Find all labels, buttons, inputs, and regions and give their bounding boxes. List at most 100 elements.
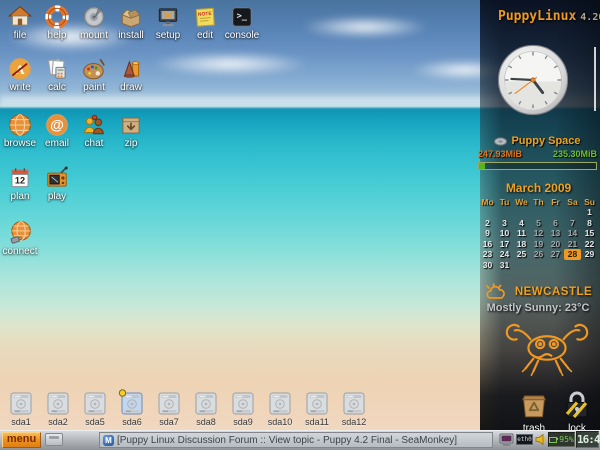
taskbar-drive-icon[interactable] — [45, 433, 63, 446]
disk-drive-icon — [44, 391, 72, 417]
weather-conditions: Mostly Sunny: 23°C — [478, 302, 598, 314]
calendar-day: 4 — [513, 218, 530, 229]
battery-percent: 95% — [559, 435, 573, 444]
drive-label: sda9 — [226, 417, 260, 427]
calendar-day-header: Fr — [547, 197, 564, 207]
launcher-label: write — [2, 82, 38, 93]
launcher-plan[interactable]: 12 plan — [2, 165, 38, 202]
launcher-browse[interactable]: browse — [2, 112, 38, 149]
calendar-empty — [479, 207, 496, 218]
drive-sda2[interactable]: sda2 — [41, 391, 75, 427]
drive-sda9[interactable]: sda9 — [226, 391, 260, 427]
weather-city: NEWCASTLE — [515, 286, 592, 298]
launcher-setup[interactable]: setup — [150, 4, 186, 41]
disk-drive-icon — [118, 391, 146, 417]
calendar-day: 5 — [530, 218, 547, 229]
harddisk-icon — [81, 4, 107, 30]
disk-drive-icon — [266, 391, 294, 417]
calendar-day: 11 — [513, 228, 530, 239]
calendar-day: 27 — [547, 249, 564, 260]
sun-cloud-icon — [484, 283, 511, 300]
launcher-email[interactable]: @ email — [39, 112, 75, 149]
calendar-day: 2 — [479, 218, 496, 229]
disk-drive-icon — [229, 391, 257, 417]
media-player-icon — [44, 165, 70, 191]
desktop: file help mount install — [0, 0, 600, 450]
launcher-label: help — [39, 30, 75, 41]
calendar-day: 7 — [564, 218, 581, 229]
launcher-label: chat — [76, 138, 112, 149]
svg-text:NOTE: NOTE — [198, 11, 213, 18]
launcher-label: browse — [2, 138, 38, 149]
disk-drive-icon — [7, 391, 35, 417]
tray-clock[interactable]: 16:45 — [576, 431, 599, 448]
disk-drive-icon — [340, 391, 368, 417]
launcher-install[interactable]: install — [113, 4, 149, 41]
globe-plug-icon — [7, 220, 33, 246]
drive-sda7[interactable]: sda7 — [152, 391, 186, 427]
calendar-day-header: Su — [581, 197, 598, 207]
calendar-empty — [564, 260, 581, 271]
launcher-mount[interactable]: mount — [76, 4, 112, 41]
drive-sda11[interactable]: sda11 — [300, 391, 334, 427]
drive-sda10[interactable]: sda10 — [263, 391, 297, 427]
archive-box-icon — [118, 112, 144, 138]
space-free: 235.30MiB — [553, 149, 597, 159]
calendar-day: 21 — [564, 239, 581, 250]
drive-sda1[interactable]: sda1 — [4, 391, 38, 427]
taskbar-window-button[interactable]: M [Puppy Linux Discussion Forum :: View … — [99, 432, 493, 448]
launcher-edit[interactable]: NOTE edit — [187, 4, 223, 41]
battery-applet[interactable]: 95% — [548, 432, 575, 447]
calendar-empty — [496, 207, 513, 218]
launcher-file[interactable]: file — [2, 4, 38, 41]
calendar-day: 14 — [564, 228, 581, 239]
calendar-day: 15 — [581, 228, 598, 239]
weather-widget: NEWCASTLE Mostly Sunny: 23°C — [478, 283, 598, 314]
sticky-note-icon: NOTE — [192, 4, 218, 30]
calendar-day: 19 — [530, 239, 547, 250]
menu-button[interactable]: menu — [2, 432, 41, 448]
abiword-icon: A — [7, 56, 33, 82]
launcher-write[interactable]: A write — [2, 56, 38, 93]
disk-drive-icon — [303, 391, 331, 417]
calendar-day-header: We — [513, 197, 530, 207]
calendar-day: 26 — [530, 249, 547, 260]
drive-label: sda5 — [78, 417, 112, 427]
launcher-chat[interactable]: chat — [76, 112, 112, 149]
launcher-calc[interactable]: calc — [39, 56, 75, 93]
launcher-zip[interactable]: zip — [113, 112, 149, 149]
calendar-day-header: Mo — [479, 197, 496, 207]
launcher-label: calc — [39, 82, 75, 93]
globe-icon — [7, 112, 33, 138]
volume-speaker-icon[interactable] — [535, 433, 547, 446]
calendar-day: 29 — [581, 249, 598, 260]
launcher-connect[interactable]: connect — [2, 220, 38, 257]
launcher-play[interactable]: play — [39, 165, 75, 202]
trash[interactable]: trash — [514, 391, 554, 434]
calendar-day: 24 — [496, 249, 513, 260]
launcher-draw[interactable]: draw — [113, 56, 149, 93]
house-icon — [7, 4, 33, 30]
launcher-label: setup — [150, 30, 186, 41]
drive-sda8[interactable]: sda8 — [189, 391, 223, 427]
calendar-day: 13 — [547, 228, 564, 239]
calendar-empty — [513, 260, 530, 271]
launcher-console[interactable]: >_ console — [224, 4, 260, 41]
calendar-day: 30 — [479, 260, 496, 271]
lock[interactable]: lock — [557, 390, 597, 434]
calendar-empty — [530, 260, 547, 271]
launcher-label: plan — [2, 191, 38, 202]
launcher-help[interactable]: help — [39, 4, 75, 41]
drive-sda6[interactable]: sda6 — [115, 391, 149, 427]
calendar-day: 8 — [581, 218, 598, 229]
network-status-pill[interactable]: eth0 — [516, 434, 533, 445]
drive-sda5[interactable]: sda5 — [78, 391, 112, 427]
launcher-paint[interactable]: paint — [76, 56, 112, 93]
calendar-empty — [547, 207, 564, 218]
space-progressbar — [478, 162, 597, 170]
calendar-day: 18 — [513, 239, 530, 250]
drive-sda12[interactable]: sda12 — [337, 391, 371, 427]
network-monitor-icon[interactable] — [499, 433, 514, 446]
calendar-day: 6 — [547, 218, 564, 229]
calendar-day-header: Th — [530, 197, 547, 207]
